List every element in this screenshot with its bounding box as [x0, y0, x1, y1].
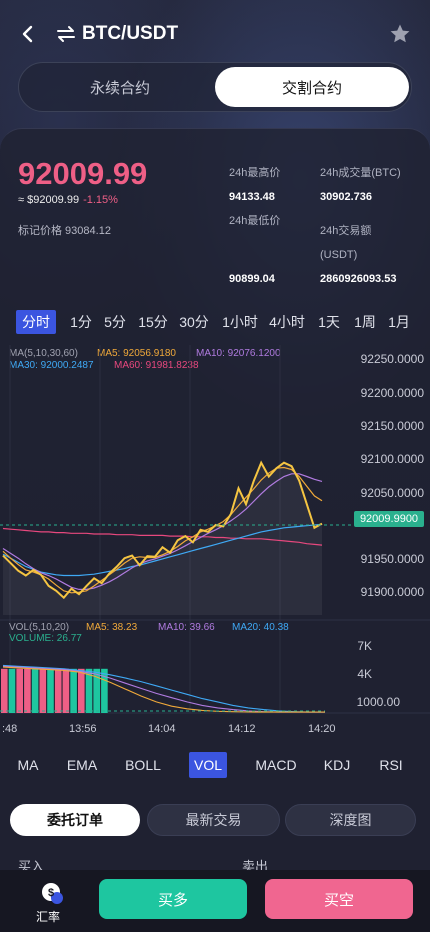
volume-axis-label: 1000.00 [356, 695, 400, 709]
buy-long-button[interactable]: 买多 [99, 879, 247, 919]
sell-short-button[interactable]: 买空 [265, 879, 413, 919]
volume-legend: VOLUME: 26.77 [9, 633, 82, 644]
bottom-action-bar: $ 汇率 买多 买空 [0, 870, 430, 932]
mark-price: 标记价格 93084.12 [18, 225, 111, 237]
vol-legend-title: VOL(5,10,20) [9, 622, 70, 633]
tab-latest-trades[interactable]: 最新交易 [147, 804, 280, 836]
period-15m[interactable]: 15分 [136, 310, 170, 334]
star-icon[interactable] [388, 22, 412, 46]
indicator-vol[interactable]: VOL [189, 752, 227, 778]
volume-value: 30902.736 [320, 191, 372, 203]
time-axis-label: :48 [2, 723, 18, 735]
period-1mo[interactable]: 1月 [384, 310, 414, 334]
vol-ma20-legend: MA20: 40.38 [232, 622, 289, 633]
price-area-fill [3, 462, 322, 615]
time-axis-label: 13:56 [69, 723, 97, 735]
period-1w[interactable]: 1周 [350, 310, 380, 334]
price-approx: ≈ $92009.99 -1.15% [18, 194, 118, 206]
tab-perpetual[interactable]: 永续合约 [23, 67, 217, 107]
trading-pair-title[interactable]: BTC/USDT [82, 23, 178, 45]
period-5m[interactable]: 5分 [100, 310, 130, 334]
current-price-tag: 92009.9900 [354, 511, 424, 527]
tab-orders[interactable]: 委托订单 [10, 804, 140, 836]
period-1h[interactable]: 1小时 [220, 310, 260, 334]
swap-arrows-icon[interactable] [56, 25, 76, 43]
volume-bar [39, 668, 47, 713]
high-label: 24h最高价 [229, 167, 281, 179]
tab-depth-chart[interactable]: 深度图 [285, 804, 416, 836]
time-axis-label: 14:12 [228, 723, 256, 735]
volume-bar [8, 668, 16, 713]
indicator-kdj[interactable]: KDJ [320, 752, 354, 778]
period-selector: 分时 1分 5分 15分 30分 1小时 4小时 1天 1周 1月 [0, 310, 430, 334]
top-bar: BTC/USDT [0, 0, 430, 68]
amount-label: 24h交易额 [320, 225, 372, 237]
time-axis-label: 14:04 [148, 723, 176, 735]
price-change: -1.15% [83, 194, 118, 206]
vol-ma10-legend: MA10: 39.66 [158, 622, 215, 633]
amount-label-unit: (USDT) [320, 249, 358, 261]
indicator-ma[interactable]: MA [12, 752, 44, 778]
last-price: 92009.99 [18, 156, 148, 191]
vol-ma5-legend: MA5: 38.23 [86, 622, 138, 633]
volume-bar [70, 668, 77, 713]
volume-bar [62, 668, 70, 713]
high-value: 94133.48 [229, 191, 275, 203]
volume-axis-label: 4K [357, 667, 372, 681]
period-1d[interactable]: 1天 [316, 310, 342, 334]
indicator-rsi[interactable]: RSI [376, 752, 406, 778]
exchange-rate-label[interactable]: 汇率 [36, 908, 60, 925]
time-axis-label: 14:20 [308, 723, 336, 735]
volume-bar [47, 668, 54, 713]
dollar-coin-icon[interactable]: $ [40, 881, 64, 905]
volume-bar [16, 668, 23, 713]
contract-type-switch: 永续合约 交割合约 [18, 62, 412, 112]
period-1m[interactable]: 1分 [66, 310, 96, 334]
volume-bar [54, 668, 62, 713]
volume-bar [78, 668, 85, 713]
indicator-boll[interactable]: BOLL [122, 752, 164, 778]
low-value: 90899.04 [229, 273, 275, 285]
low-label: 24h最低价 [229, 215, 281, 227]
period-30m[interactable]: 30分 [177, 310, 211, 334]
indicator-ema[interactable]: EMA [63, 752, 101, 778]
volume-axis-label: 7K [357, 639, 372, 653]
period-4h[interactable]: 4小时 [267, 310, 307, 334]
volume-bar [31, 668, 39, 713]
volume-bar [24, 668, 31, 713]
volume-label: 24h成交量(BTC) [320, 167, 401, 179]
indicator-macd[interactable]: MACD [253, 752, 299, 778]
period-time[interactable]: 分时 [16, 310, 56, 334]
tab-delivery[interactable]: 交割合约 [215, 67, 409, 107]
volume-bar [1, 668, 8, 713]
chevron-left-icon[interactable] [14, 20, 42, 48]
indicator-selector: MA EMA BOLL VOL MACD KDJ RSI [0, 752, 430, 778]
approx-value: ≈ $92009.99 [18, 194, 80, 206]
amount-value: 2860926093.53 [320, 273, 397, 285]
svg-text:$: $ [48, 887, 54, 899]
